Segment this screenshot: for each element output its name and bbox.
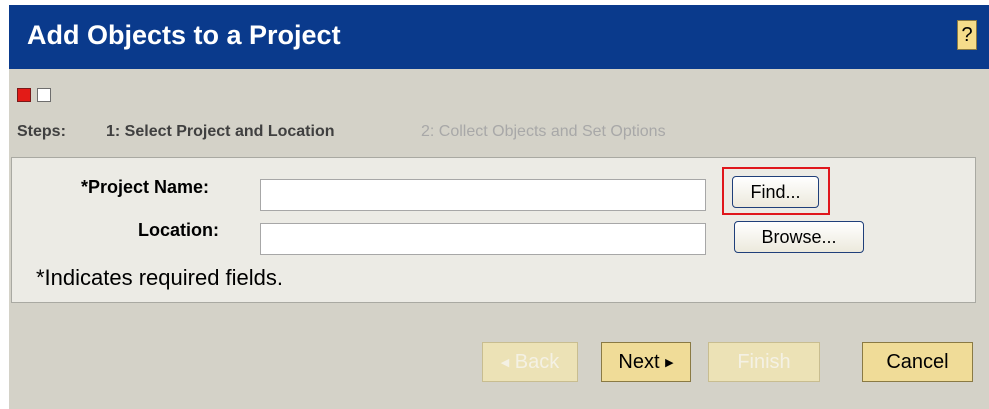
steps-label: Steps:	[17, 123, 66, 140]
finish-button[interactable]: Finish	[708, 342, 820, 382]
next-arrow-icon: ▶	[665, 357, 674, 369]
help-button[interactable]: ?	[957, 20, 977, 50]
next-button[interactable]: Next ▶	[601, 342, 691, 382]
find-button-highlight	[722, 167, 830, 215]
add-objects-dialog: Add Objects to a Project ? Steps: 1: Sel…	[9, 5, 989, 409]
step-2-label: 2: Collect Objects and Set Options	[421, 123, 666, 140]
back-arrow-icon: ◀	[500, 357, 510, 369]
location-input[interactable]	[260, 223, 706, 255]
location-label: Location:	[138, 220, 219, 240]
project-name-label: *Project Name:	[81, 177, 210, 197]
next-button-label: Next	[618, 351, 660, 373]
required-fields-note: *Indicates required fields.	[36, 265, 284, 290]
cancel-button[interactable]: Cancel	[862, 342, 973, 382]
dialog-title: Add Objects to a Project	[27, 20, 341, 50]
project-name-input[interactable]	[260, 179, 706, 211]
title-bar: Add Objects to a Project ?	[9, 5, 989, 69]
step-1-indicator-icon	[17, 88, 31, 102]
step-2-indicator-icon	[37, 88, 51, 102]
back-button-label: Back	[514, 351, 560, 373]
browse-button[interactable]: Browse...	[734, 221, 864, 253]
step-1-label: 1: Select Project and Location	[106, 123, 335, 140]
back-button[interactable]: ◀ Back	[482, 342, 578, 382]
